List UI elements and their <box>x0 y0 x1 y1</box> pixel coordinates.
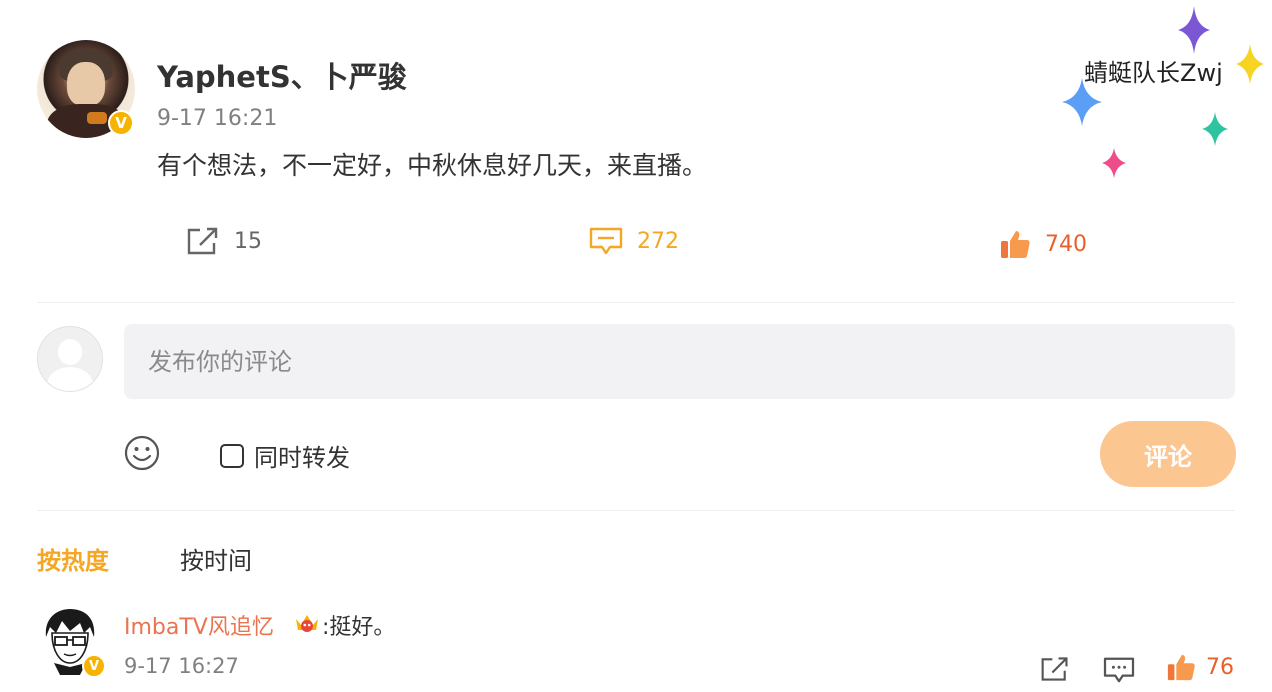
comment-timestamp: 9-17 16:27 <box>124 654 239 678</box>
crown-icon <box>293 611 321 635</box>
like-button[interactable]: 740 <box>999 228 1087 260</box>
comment-author-name[interactable]: ImbaTV风追忆 <box>124 609 274 641</box>
repost-button[interactable]: 15 <box>186 226 262 256</box>
tab-sort-hot[interactable]: 按热度 <box>37 541 109 576</box>
comment-icon <box>589 227 623 255</box>
comment-like-button[interactable]: 76 <box>1166 652 1234 682</box>
verified-icon: V <box>82 654 106 678</box>
repost-toggle[interactable]: 同时转发 <box>220 438 350 473</box>
sparkle-icon <box>1062 6 1264 178</box>
current-user-avatar <box>37 326 103 392</box>
repost-count: 15 <box>234 228 262 254</box>
post-timestamp[interactable]: 9-17 16:21 <box>157 106 277 131</box>
divider <box>37 302 1235 303</box>
repost-icon <box>1041 657 1068 681</box>
repost-toggle-label: 同时转发 <box>254 444 350 472</box>
repost-icon <box>187 227 218 255</box>
comment-button[interactable]: 272 <box>589 226 679 256</box>
post-content: 有个想法，不一定好，中秋休息好几天，来直播。 <box>157 151 708 180</box>
emoji-button[interactable] <box>124 435 160 471</box>
divider <box>37 510 1235 511</box>
post-author-name[interactable]: YaphetS、卜严骏 <box>157 54 407 96</box>
comment-count: 272 <box>637 228 679 254</box>
submit-comment-button[interactable]: 评论 <box>1100 421 1236 487</box>
comment-repost-button[interactable] <box>1040 655 1070 687</box>
emoji-icon <box>124 435 160 471</box>
verified-icon: V <box>108 110 134 136</box>
like-icon <box>1167 654 1195 681</box>
comment-icon <box>1103 657 1135 683</box>
like-count: 740 <box>1045 231 1087 257</box>
repost-checkbox[interactable] <box>220 443 244 468</box>
comment-reply-button[interactable] <box>1103 656 1135 688</box>
comment-text: :挺好。 <box>322 615 396 640</box>
comment-input[interactable] <box>124 324 1235 399</box>
comment-like-count: 76 <box>1206 654 1234 680</box>
like-icon <box>1001 231 1030 258</box>
tab-sort-time[interactable]: 按时间 <box>180 541 252 576</box>
